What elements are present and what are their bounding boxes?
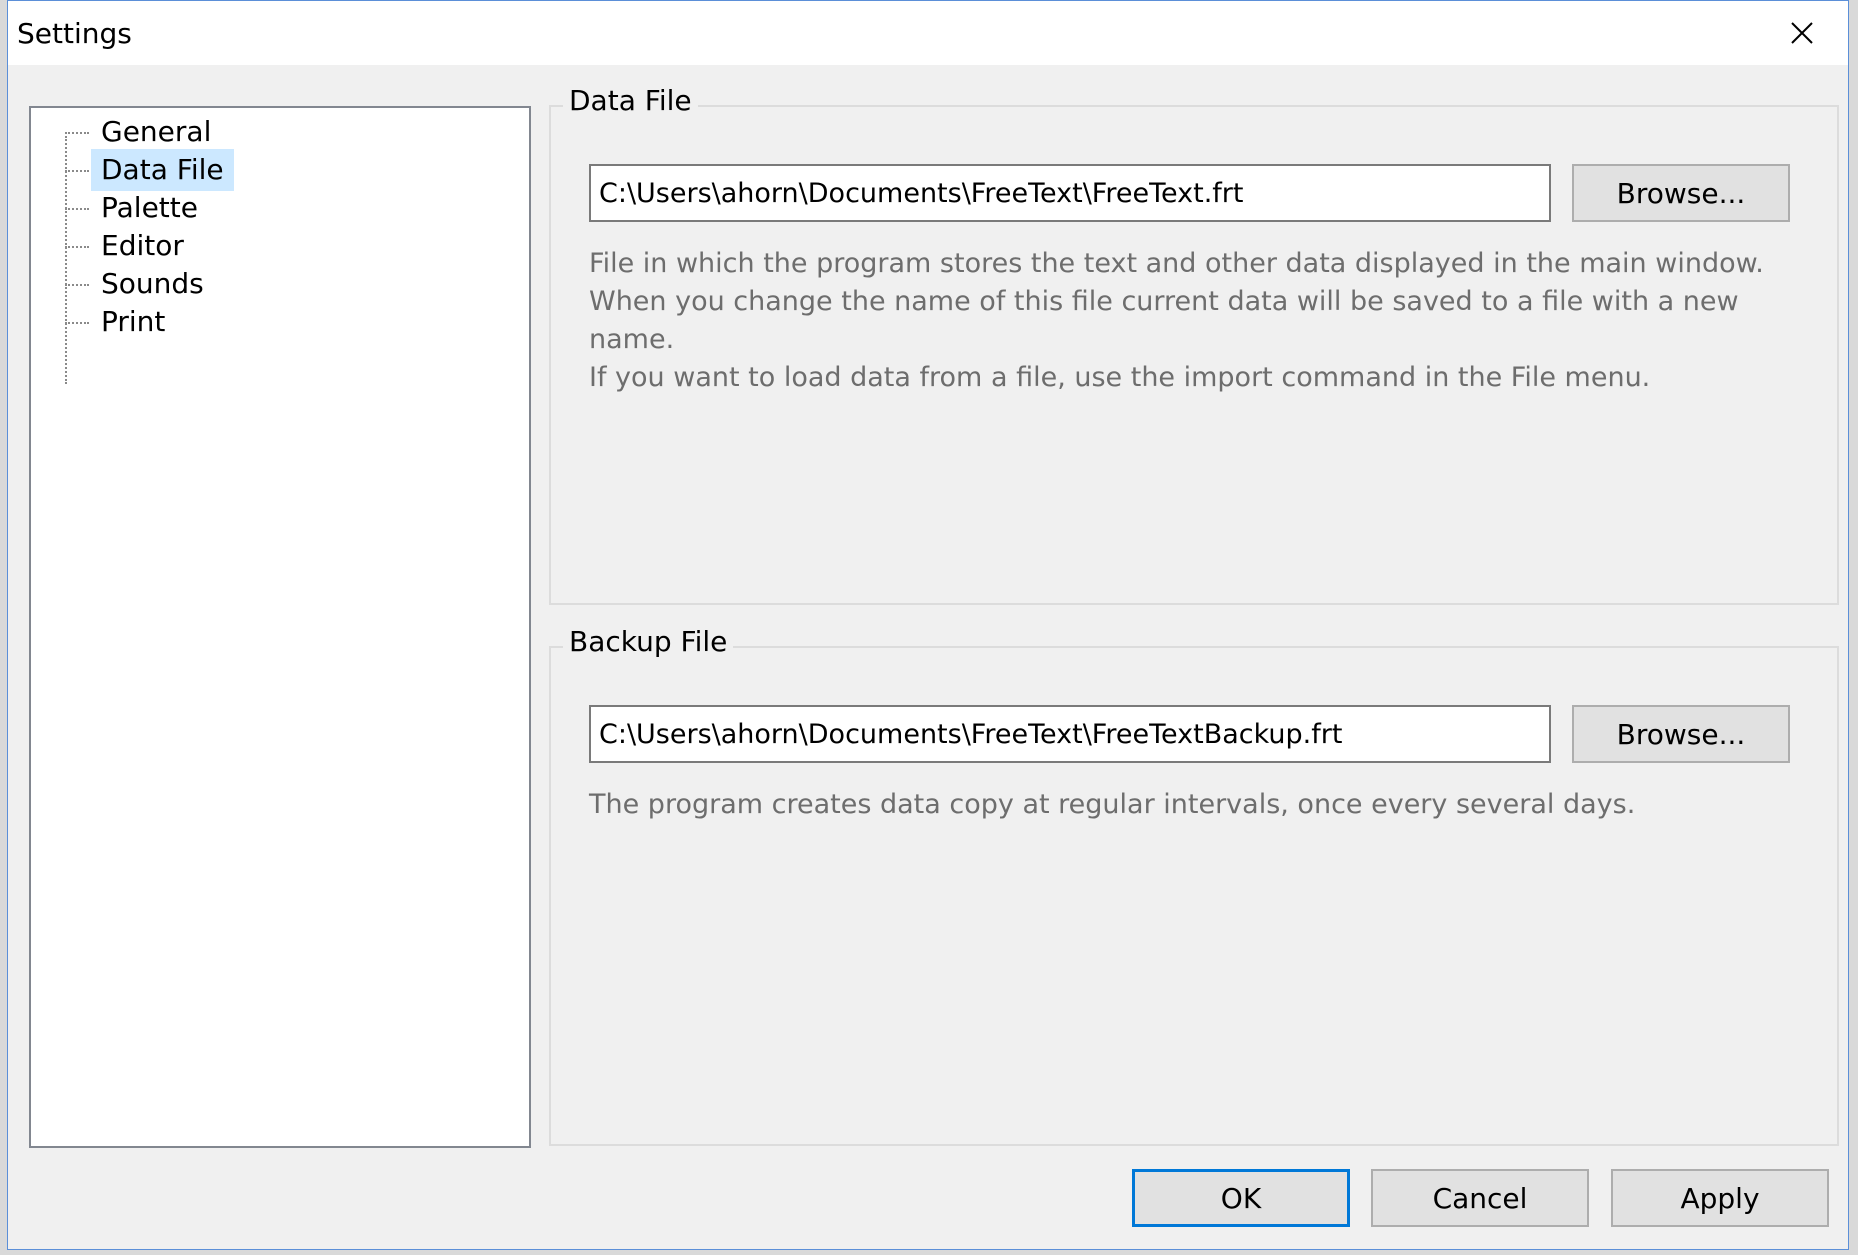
close-icon xyxy=(1791,22,1813,44)
settings-dialog: Settings General Data File Palette Edito… xyxy=(7,0,1849,1250)
tree-item-data-file[interactable]: Data File xyxy=(91,149,234,191)
data-file-browse-button[interactable]: Browse... xyxy=(1572,164,1790,222)
tree-connector-branch xyxy=(65,284,89,286)
tree-connector-line xyxy=(65,136,67,384)
backup-file-browse-button[interactable]: Browse... xyxy=(1572,705,1790,763)
tree-item-general[interactable]: General xyxy=(91,111,221,153)
cancel-button[interactable]: Cancel xyxy=(1371,1169,1589,1227)
tree-connector-branch xyxy=(65,322,89,324)
data-file-description: File in which the program stores the tex… xyxy=(589,248,1764,393)
data-file-path-input[interactable] xyxy=(589,164,1551,222)
tree-item-editor[interactable]: Editor xyxy=(91,225,194,267)
settings-category-tree[interactable]: General Data File Palette Editor Sounds … xyxy=(29,106,531,1148)
backup-file-description: The program creates data copy at regular… xyxy=(589,789,1636,820)
backup-file-path-input[interactable] xyxy=(589,705,1551,763)
close-button[interactable] xyxy=(1772,11,1832,55)
tree-connector-branch xyxy=(65,132,89,134)
data-file-group-title: Data File xyxy=(563,81,698,121)
tree-item-palette[interactable]: Palette xyxy=(91,187,208,229)
backup-file-group-title: Backup File xyxy=(563,622,734,662)
ok-button[interactable]: OK xyxy=(1132,1169,1350,1227)
tree-item-sounds[interactable]: Sounds xyxy=(91,263,214,305)
apply-button[interactable]: Apply xyxy=(1611,1169,1829,1227)
tree-item-print[interactable]: Print xyxy=(91,301,175,343)
window-title: Settings xyxy=(17,17,132,50)
tree-connector-branch xyxy=(65,208,89,210)
title-bar: Settings xyxy=(8,1,1848,65)
tree-connector-branch xyxy=(65,170,89,172)
tree-connector-branch xyxy=(65,246,89,248)
